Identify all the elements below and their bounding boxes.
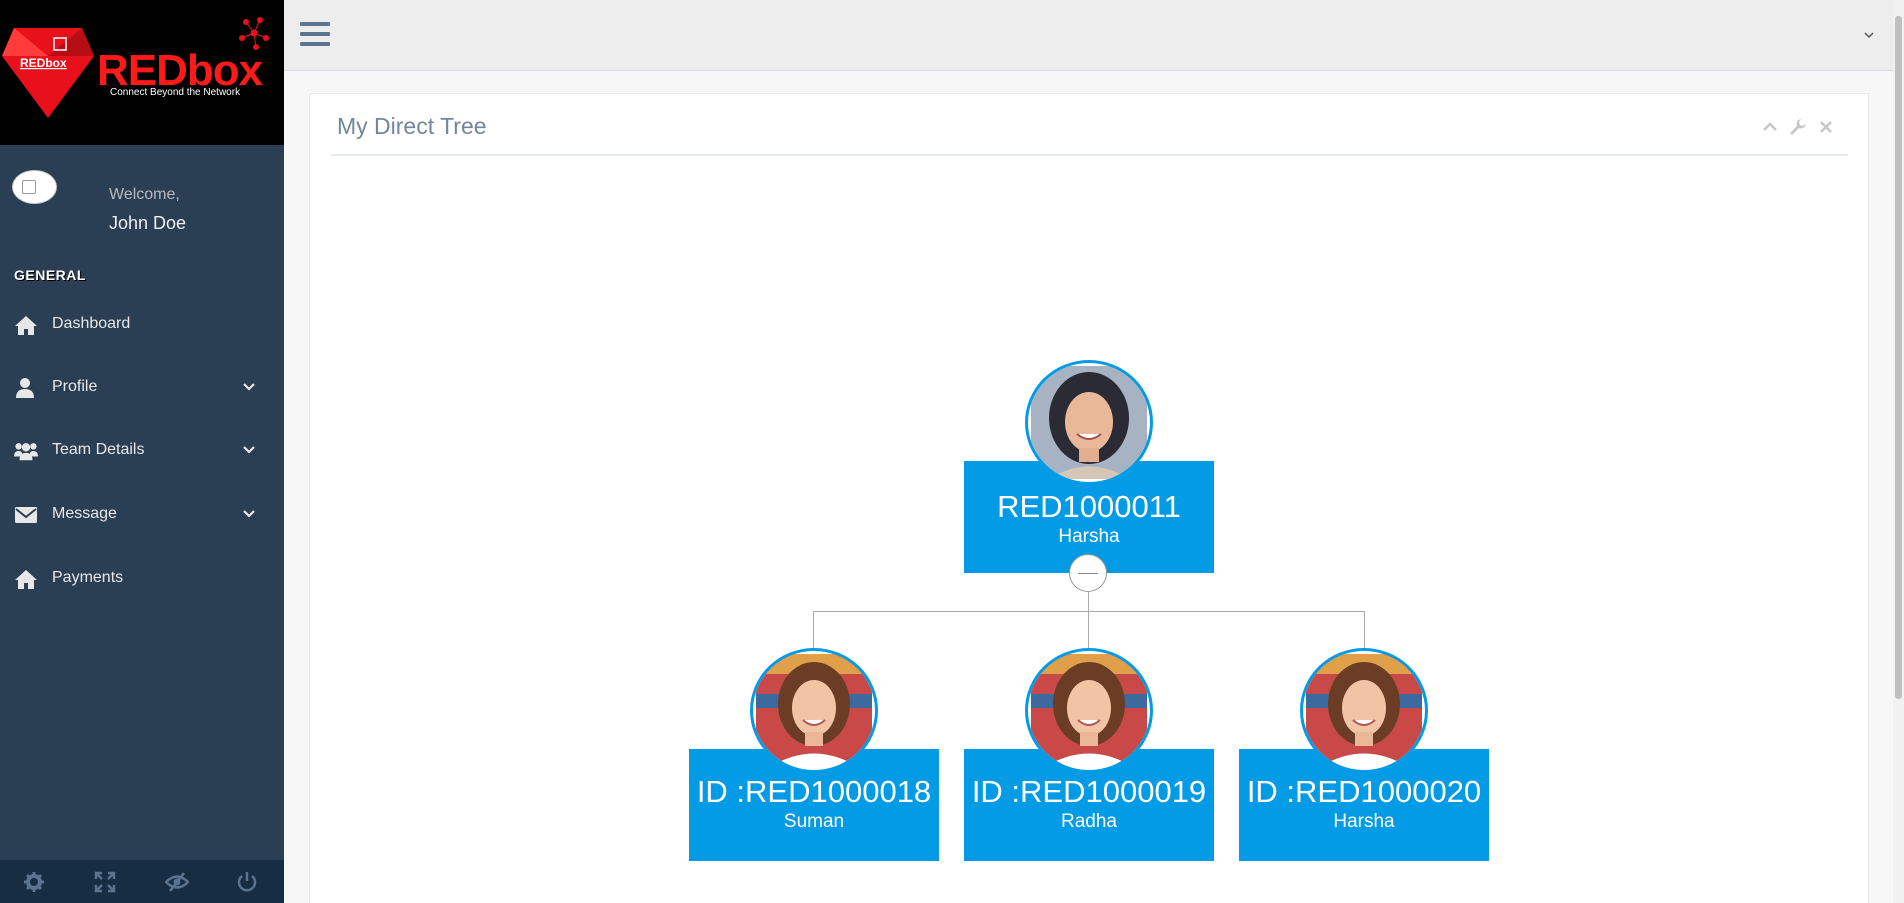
node-id: ID :RED1000019 <box>971 774 1207 809</box>
tree-connector <box>1088 611 1089 651</box>
sidebar-item-label: Payments <box>52 569 124 586</box>
node-photo-child[interactable] <box>1300 648 1428 773</box>
power-icon <box>237 872 257 892</box>
person-photo-icon <box>1306 654 1422 767</box>
sidebar-footer <box>0 860 284 903</box>
logo-gem-icon: REDbox <box>2 28 94 118</box>
top-navigation <box>284 0 1904 71</box>
node-id: RED1000011 <box>997 489 1181 524</box>
settings-button[interactable] <box>0 860 71 903</box>
person-photo-icon <box>756 654 872 767</box>
fullscreen-icon <box>94 871 116 893</box>
brand-tagline: Connect Beyond the Network <box>110 87 241 98</box>
profile-quick-info: Welcome, John Doe <box>0 160 284 240</box>
panel-title: My Direct Tree <box>337 113 487 139</box>
sidebar-item-label: Team Details <box>52 441 145 458</box>
tree-connector <box>1088 592 1089 612</box>
tree-connector <box>813 611 1365 612</box>
sidebar-item-label: Profile <box>52 378 98 395</box>
sidebar-item-label: Dashboard <box>52 315 131 332</box>
tree-connector <box>813 611 814 651</box>
tree-connector <box>1364 611 1365 651</box>
user-dropdown-chevron-icon[interactable] <box>1862 28 1876 42</box>
wrench-icon[interactable] <box>1789 118 1807 136</box>
panel-divider <box>331 154 1848 156</box>
chevron-down-icon <box>243 446 255 454</box>
sidebar-item-message[interactable]: Message <box>0 489 284 541</box>
node-name: Radha <box>1061 811 1117 832</box>
person-photo-icon <box>1031 366 1147 479</box>
node-photo-child[interactable] <box>1025 648 1153 773</box>
logout-button[interactable] <box>213 860 284 903</box>
users-icon <box>14 443 38 461</box>
envelope-icon <box>15 507 37 523</box>
node-name: Harsha <box>1058 526 1120 547</box>
person-photo-icon <box>1031 654 1147 767</box>
logo-badge-text: REDbox <box>20 56 67 70</box>
welcome-text: Welcome, <box>109 186 180 203</box>
eye-slash-icon <box>165 872 189 892</box>
sidebar-item-team-details[interactable]: Team Details <box>0 425 284 477</box>
node-id: ID :RED1000018 <box>696 774 932 809</box>
sidebar-item-label: Message <box>52 505 117 522</box>
user-name: John Doe <box>109 213 187 233</box>
node-name: Suman <box>783 811 845 832</box>
scrollbar-thumb[interactable] <box>1895 16 1902 699</box>
brand-logo[interactable]: REDbox REDbox Connect Beyond the Network <box>0 0 284 145</box>
node-photo-child[interactable] <box>750 648 878 773</box>
home-icon <box>15 570 37 589</box>
user-icon <box>16 378 34 398</box>
avatar[interactable] <box>12 170 57 204</box>
node-name: Harsha <box>1333 811 1395 832</box>
page-scrollbar[interactable] <box>1893 0 1904 903</box>
sidebar-item-dashboard[interactable]: Dashboard <box>0 299 284 351</box>
node-id: ID :RED1000020 <box>1246 774 1482 809</box>
collapse-node-button[interactable] <box>1069 554 1107 592</box>
fullscreen-button[interactable] <box>71 860 142 903</box>
gear-icon <box>24 872 44 892</box>
close-icon[interactable] <box>1817 118 1835 136</box>
chevron-down-icon <box>243 383 255 391</box>
chevron-down-icon <box>243 510 255 518</box>
menu-toggle-icon[interactable] <box>300 20 330 48</box>
sidebar-item-payments[interactable]: Payments <box>0 553 284 605</box>
sidebar: REDbox REDbox Connect Beyond the Network… <box>0 0 284 903</box>
chevron-up-icon[interactable] <box>1761 118 1779 136</box>
menu-section-title: GENERAL <box>14 267 86 283</box>
home-icon <box>15 316 37 335</box>
sidebar-item-profile[interactable]: Profile <box>0 362 284 414</box>
node-photo-root[interactable] <box>1025 360 1153 485</box>
lock-button[interactable] <box>142 860 213 903</box>
